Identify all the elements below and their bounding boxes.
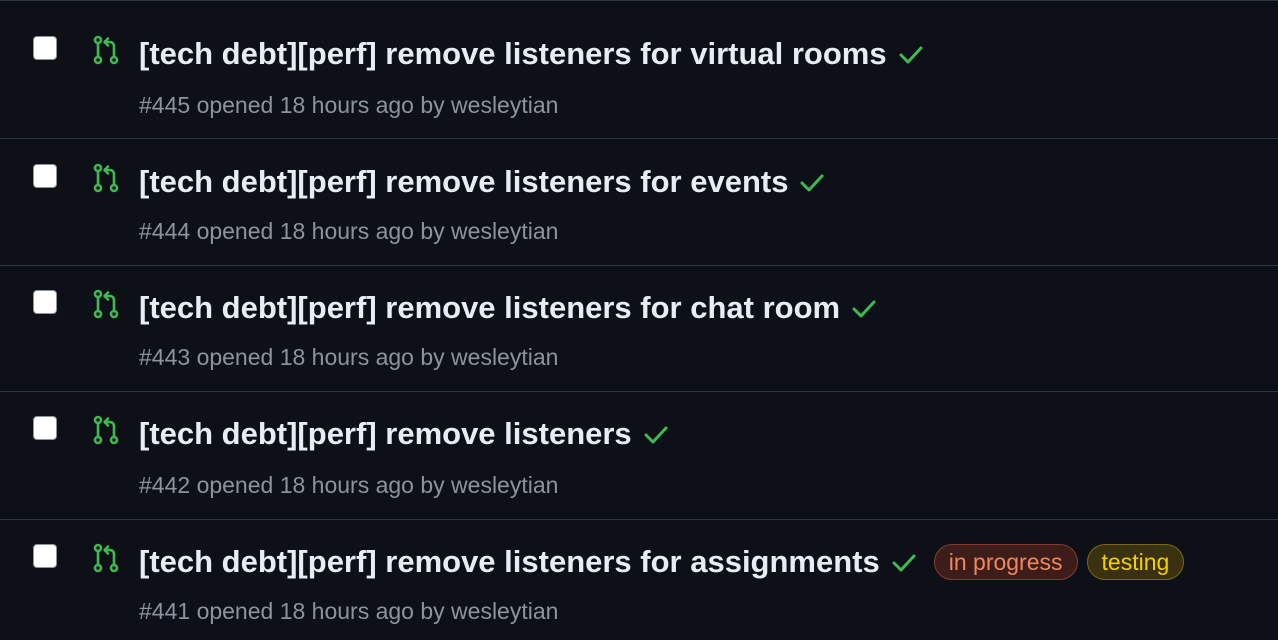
pr-meta: #442 opened 18 hours ago by wesleytian <box>139 472 558 499</box>
pr-title-link[interactable]: [tech debt][perf] remove listeners for a… <box>139 544 880 580</box>
pr-title-link[interactable]: [tech debt][perf] remove listeners <box>139 416 632 452</box>
pr-opened-text: opened 18 hours ago by <box>196 472 445 498</box>
pr-opened-text: opened 18 hours ago by <box>196 598 445 624</box>
pr-opened-text: opened 18 hours ago by <box>196 218 445 244</box>
select-checkbox[interactable] <box>33 290 57 314</box>
pr-number: #443 <box>139 344 191 370</box>
select-checkbox[interactable] <box>33 416 57 440</box>
check-icon[interactable] <box>890 548 918 576</box>
git-pull-request-icon <box>93 289 119 319</box>
pr-author-link[interactable]: wesleytian <box>451 472 558 498</box>
label-testing[interactable]: testing <box>1086 544 1185 580</box>
pr-opened-text: opened 18 hours ago by <box>196 344 445 370</box>
pr-author-link[interactable]: wesleytian <box>451 218 558 244</box>
pr-meta: #443 opened 18 hours ago by wesleytian <box>139 344 558 371</box>
select-checkbox[interactable] <box>33 164 57 188</box>
pr-author-link[interactable]: wesleytian <box>451 92 558 118</box>
pr-number: #444 <box>139 218 191 244</box>
pr-meta: #441 opened 18 hours ago by wesleytian <box>139 598 558 625</box>
git-pull-request-icon <box>93 543 119 573</box>
pr-row: [tech debt][perf] remove listeners for v… <box>0 12 1278 139</box>
git-pull-request-icon <box>93 163 119 193</box>
check-icon[interactable] <box>897 40 925 68</box>
label-in-progress[interactable]: in progress <box>933 544 1078 580</box>
pr-row: [tech debt][perf] remove listeners for a… <box>0 520 1278 640</box>
git-pull-request-icon <box>93 415 119 445</box>
select-checkbox[interactable] <box>33 36 57 60</box>
pr-meta: #445 opened 18 hours ago by wesleytian <box>139 92 558 119</box>
pr-opened-text: opened 18 hours ago by <box>196 92 445 118</box>
check-icon[interactable] <box>798 168 826 196</box>
pr-author-link[interactable]: wesleytian <box>451 344 558 370</box>
pr-number: #441 <box>139 598 191 624</box>
check-icon[interactable] <box>850 294 878 322</box>
pr-row: [tech debt][perf] remove listeners #442 … <box>0 392 1278 520</box>
git-pull-request-icon <box>93 35 119 65</box>
pr-meta: #444 opened 18 hours ago by wesleytian <box>139 218 558 245</box>
select-checkbox[interactable] <box>33 544 57 568</box>
pr-row: [tech debt][perf] remove listeners for c… <box>0 266 1278 392</box>
pr-row: [tech debt][perf] remove listeners for e… <box>0 139 1278 266</box>
pr-number: #442 <box>139 472 191 498</box>
pull-request-list: [tech debt][perf] remove listeners for v… <box>0 0 1278 640</box>
pr-author-link[interactable]: wesleytian <box>451 598 558 624</box>
pr-title-link[interactable]: [tech debt][perf] remove listeners for v… <box>139 36 887 72</box>
check-icon[interactable] <box>642 420 670 448</box>
pr-number: #445 <box>139 92 191 118</box>
pr-title-link[interactable]: [tech debt][perf] remove listeners for e… <box>139 164 788 200</box>
pr-title-link[interactable]: [tech debt][perf] remove listeners for c… <box>139 290 840 326</box>
